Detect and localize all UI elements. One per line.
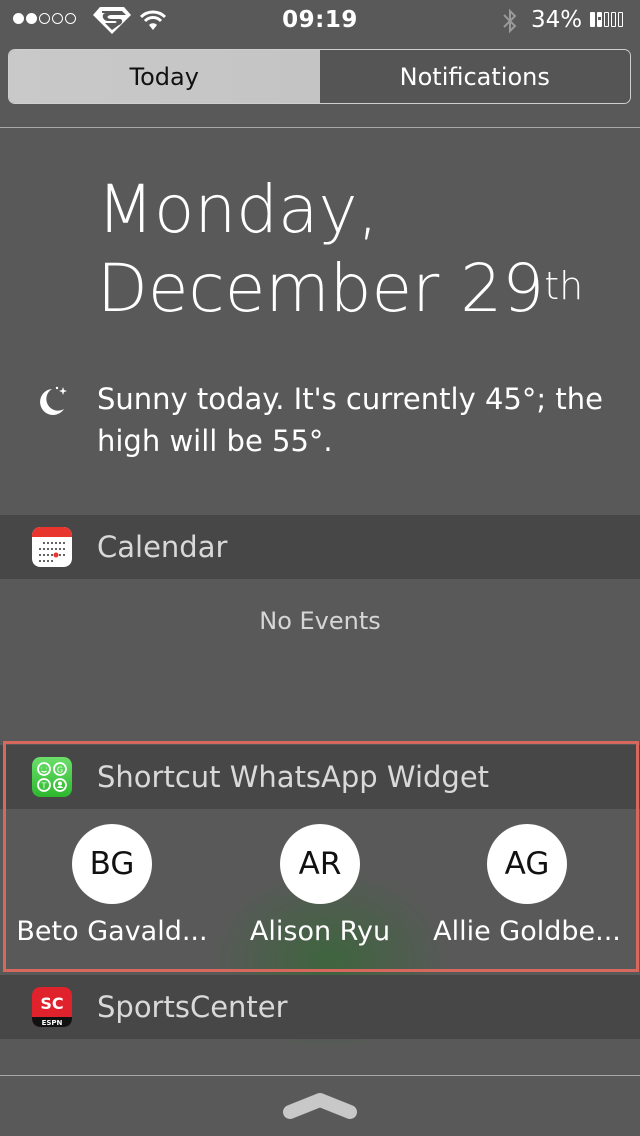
date-day-line: December 29th	[97, 249, 583, 328]
moon-stars-icon	[40, 386, 67, 415]
tab-today[interactable]: Today	[9, 50, 320, 103]
avatar: AG	[487, 824, 567, 904]
bluetooth-icon	[503, 8, 517, 34]
today-date: Monday, December 29th	[97, 170, 583, 328]
contact-shortcut[interactable]: AR Alison Ryu	[215, 810, 425, 947]
date-month-day: December 29	[97, 250, 545, 327]
avatar: BG	[72, 824, 152, 904]
calendar-icon	[32, 527, 72, 567]
espn-sportscenter-icon: SC ESPN	[32, 987, 72, 1027]
view-segmented-control: Today Notifications	[8, 49, 631, 104]
battery-icon	[590, 12, 623, 27]
battery-cell	[611, 12, 616, 27]
whatsapp-widget-title: Shortcut WhatsApp Widget	[97, 760, 490, 794]
battery-percentage: 34%	[531, 7, 583, 33]
sportscenter-widget-title: SportsCenter	[97, 990, 288, 1024]
avatar: AR	[280, 824, 360, 904]
status-bar: 09:19 34%	[0, 0, 640, 40]
date-suffix: th	[544, 264, 584, 308]
whatsapp-shortcut-icon: T G	[32, 757, 72, 797]
battery-cell	[618, 12, 623, 27]
whatsapp-widget-header[interactable]: T G Shortcut WhatsApp Widget	[0, 745, 640, 809]
calendar-empty-state: No Events	[259, 607, 381, 635]
battery-cell	[597, 12, 602, 27]
contact-name: Beto Gavald...	[16, 916, 208, 947]
contact-name: Alison Ryu	[249, 916, 391, 947]
weather-summary: Sunny today. It's currently 45°; the hig…	[97, 382, 603, 458]
calendar-widget-header[interactable]: Calendar	[0, 515, 640, 579]
contact-shortcut[interactable]: BG Beto Gavald...	[7, 810, 217, 947]
contact-shortcut[interactable]: AG Allie Goldbe...	[422, 810, 632, 947]
divider	[0, 1075, 640, 1076]
chevron-up-handle-icon[interactable]	[282, 1090, 358, 1120]
battery-cell	[604, 12, 609, 27]
contact-name: Allie Goldbe...	[433, 916, 621, 947]
calendar-widget-title: Calendar	[97, 530, 228, 564]
svg-text:T: T	[41, 782, 47, 791]
battery-cell	[590, 12, 595, 27]
sportscenter-widget-header[interactable]: SC ESPN SportsCenter	[0, 975, 640, 1039]
svg-text:SC: SC	[40, 994, 63, 1013]
tab-notifications[interactable]: Notifications	[319, 50, 630, 103]
divider	[0, 127, 640, 128]
date-weekday: Monday,	[97, 171, 379, 248]
svg-text:G: G	[57, 766, 63, 775]
whatsapp-contacts: BG Beto Gavald... AR Alison Ryu AG Allie…	[0, 810, 640, 970]
svg-text:ESPN: ESPN	[42, 1019, 63, 1027]
